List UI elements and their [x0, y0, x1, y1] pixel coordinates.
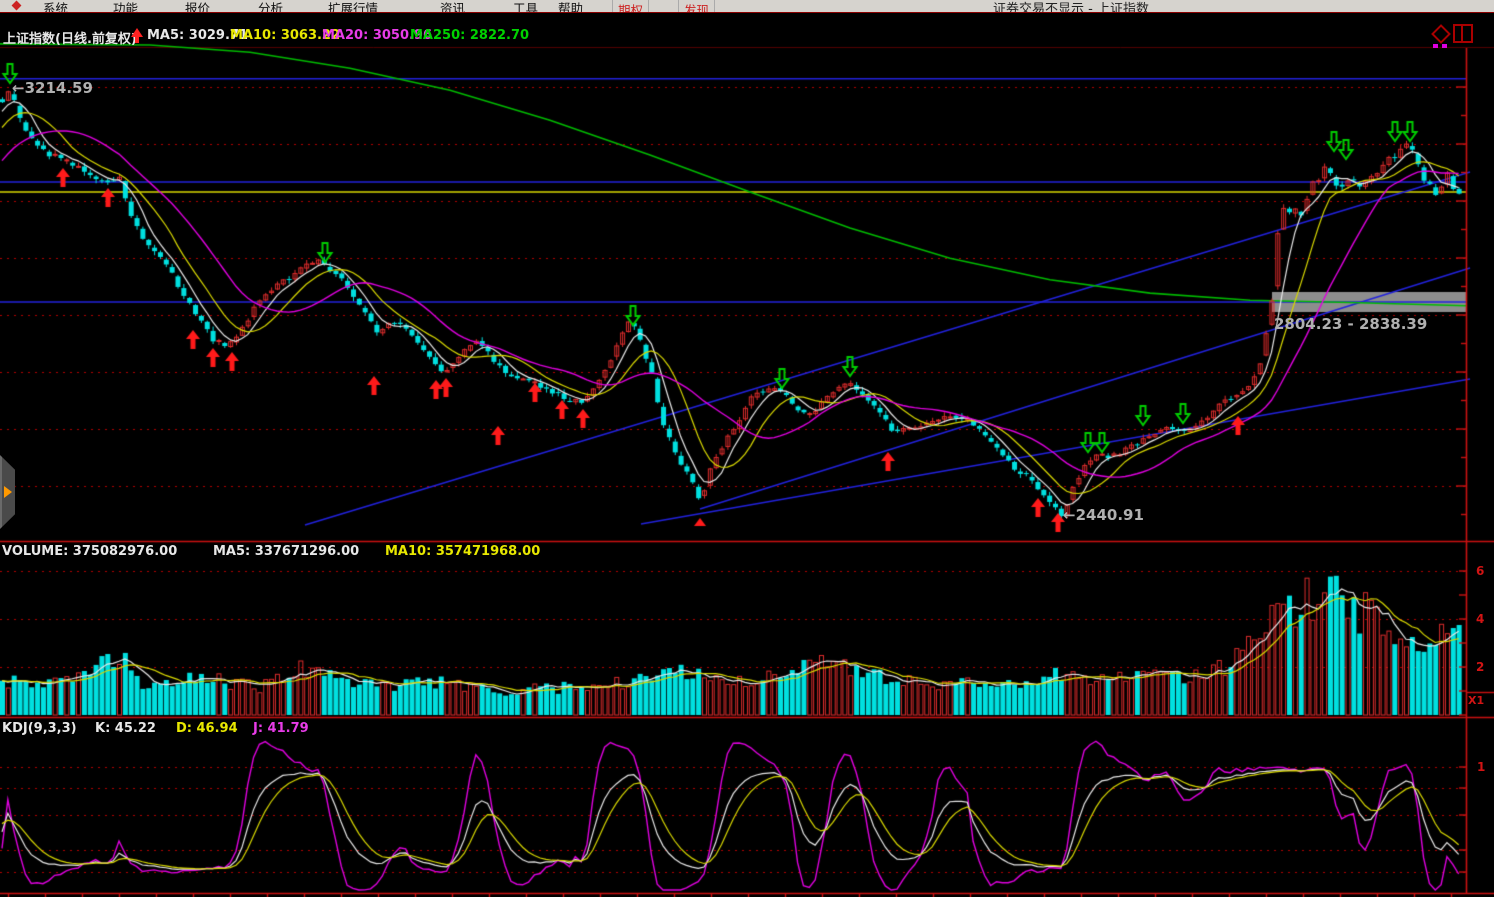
gap-range-label: 2804.23 - 2838.39 — [1274, 315, 1427, 333]
vol-axis-tick-6: 6 — [1476, 564, 1484, 578]
magenta-dot-icon — [1442, 44, 1447, 48]
period-low-label: ←2440.91 — [1063, 506, 1144, 524]
split-window-icon[interactable] — [1453, 24, 1473, 43]
volume-ma5-value: MA5: 337671296.00 — [213, 544, 359, 559]
kdj-k-value: K: 45.22 — [95, 721, 156, 736]
buy-signal-legend-icon — [131, 28, 143, 37]
volume-ma10-value: MA10: 357471968.00 — [385, 544, 540, 559]
menu-item-function[interactable]: 功能 — [113, 0, 138, 13]
vol-axis-multiplier: X1 — [1468, 694, 1484, 707]
vol-axis-tick-4: 4 — [1476, 612, 1484, 626]
kdj-j-value: J: 41.79 — [253, 721, 309, 736]
volume-value: VOLUME: 375082976.00 — [2, 544, 177, 559]
app-logo-icon — [10, 1, 26, 11]
menu-item-extended-quotes[interactable]: 扩展行情 — [328, 0, 378, 13]
ma250-value: MA250: 2822.70 — [410, 28, 529, 43]
menu-item-tools[interactable]: 工具 — [513, 0, 538, 13]
magenta-dot-icon — [1433, 44, 1438, 48]
vol-axis-tick-2: 2 — [1476, 660, 1484, 674]
menu-item-news[interactable]: 资讯 — [440, 0, 465, 13]
kdj-axis-tick-100: 1 — [1477, 760, 1485, 774]
menu-item-system[interactable]: 系统 — [43, 0, 68, 13]
menu-item-help[interactable]: 帮助 — [558, 0, 583, 13]
window-title: 证券交易不显示 - 上证指数 — [993, 0, 1149, 13]
menu-item-options[interactable]: 期权 — [612, 0, 649, 13]
stock-app-window: 系统 功能 报价 分析 扩展行情 资讯 工具 帮助 期权 发现 证券交易不显示 … — [0, 0, 1494, 897]
kdj-indicator-name: KDJ(9,3,3) — [2, 721, 77, 736]
chart-canvas[interactable] — [0, 0, 1494, 897]
menu-item-discover[interactable]: 发现 — [678, 0, 715, 13]
menu-item-quote[interactable]: 报价 — [185, 0, 210, 13]
period-high-label: ←3214.59 — [12, 79, 93, 97]
menu-bar: 系统 功能 报价 分析 扩展行情 资讯 工具 帮助 期权 发现 证券交易不显示 … — [0, 0, 1494, 13]
expand-arrow-icon — [4, 486, 12, 498]
kdj-d-value: D: 46.94 — [176, 721, 238, 736]
menu-item-analysis[interactable]: 分析 — [258, 0, 283, 13]
symbol-title: 上证指数(日线.前复权) — [3, 28, 137, 47]
